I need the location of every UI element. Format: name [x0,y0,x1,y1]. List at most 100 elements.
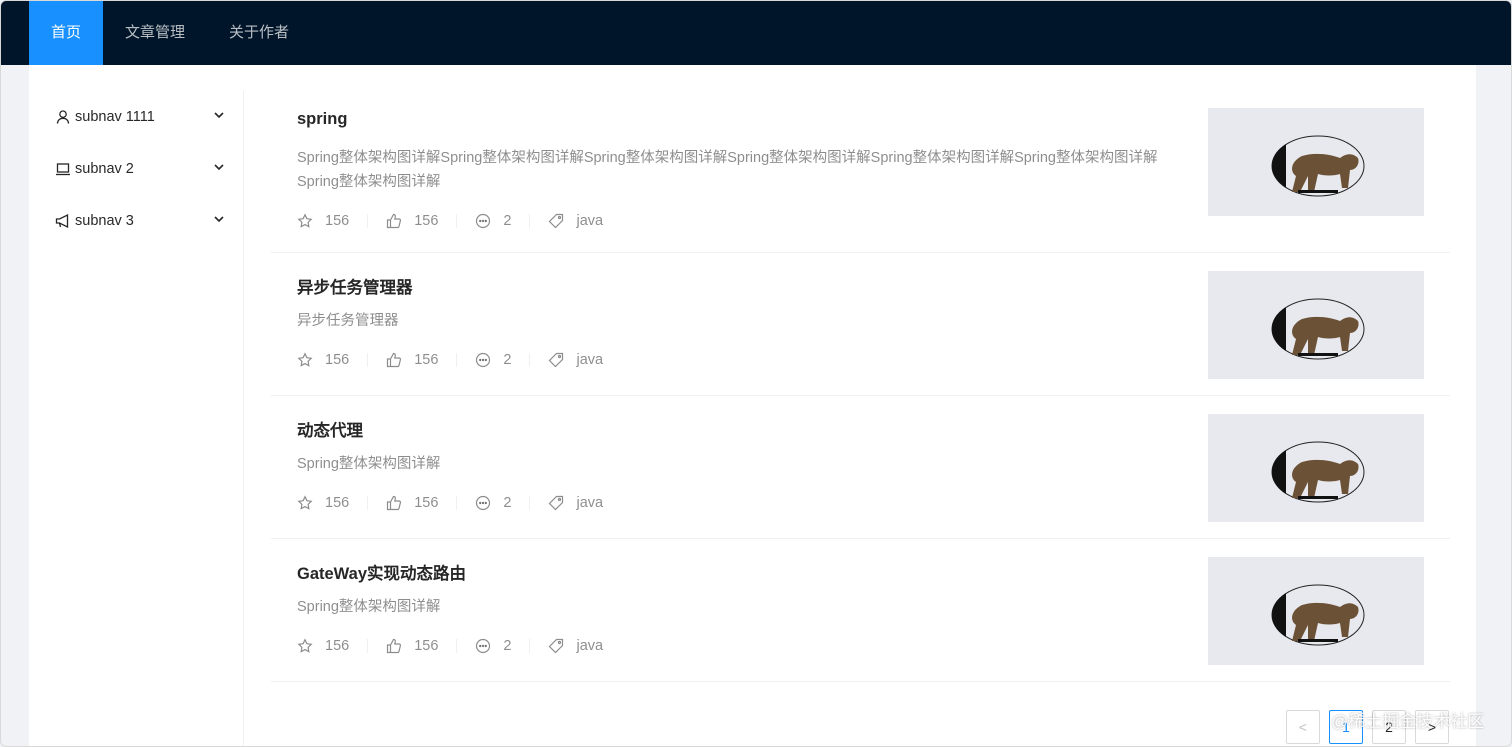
like-count: 156 [414,213,439,229]
next-page-button[interactable]: > [1415,710,1449,744]
article-meta: 156 156 2 java [297,638,603,654]
article-thumbnail[interactable] [1208,414,1424,522]
divider [367,353,369,367]
like-action[interactable]: 156 [386,495,438,511]
nav-item-about-author[interactable]: 关于作者 [207,1,311,65]
bear-logo-image [1271,135,1365,197]
like-icon [387,213,402,229]
article-description: Spring整体架构图详解Spring整体架构图详解Spring整体架构图详解S… [297,150,1158,190]
tag-action[interactable]: java [548,638,603,654]
comment-action[interactable]: 2 [475,638,511,654]
divider [529,496,531,510]
tag-action[interactable]: java [548,213,603,229]
tag-icon [549,638,564,654]
like-icon [387,352,402,368]
sidebar: subnav 1111 subnav 2 subnav 3 [29,91,244,746]
article-thumbnail[interactable] [1208,557,1424,665]
sidebar-submenu-label: subnav 2 [75,161,134,177]
star-icon [297,638,313,653]
divider [456,214,458,228]
tag-label: java [576,213,604,229]
top-header: 首页 文章管理 关于作者 [1,1,1511,65]
article-title[interactable]: spring [297,110,347,129]
tag-icon [549,495,564,511]
tag-action[interactable]: java [548,352,603,368]
sidebar-submenu-2[interactable]: subnav 2 [29,143,243,195]
star-action[interactable]: 156 [297,213,349,229]
comment-count: 2 [503,495,512,511]
user-icon [55,109,71,125]
star-action[interactable]: 156 [297,352,349,368]
tag-label: java [576,638,604,654]
comment-action[interactable]: 2 [475,495,511,511]
bear-logo-image [1271,441,1365,503]
star-icon [297,213,313,228]
star-count: 156 [325,352,350,368]
comment-count: 2 [503,352,512,368]
like-action[interactable]: 156 [386,638,438,654]
article-item: 异步任务管理器 异步任务管理器 156 156 2 java [271,253,1450,396]
star-action[interactable]: 156 [297,638,349,654]
tag-icon [549,352,564,368]
comment-count: 2 [503,638,512,654]
article-item: spring Spring整体架构图详解Spring整体架构图详解Spring整… [271,65,1450,253]
divider [367,214,369,228]
sidebar-submenu-label: subnav 1111 [75,109,155,125]
article-description: 异步任务管理器 [297,313,399,329]
tag-label: java [576,352,604,368]
article-title[interactable]: GateWay实现动态路由 [297,560,466,584]
comment-action[interactable]: 2 [475,213,511,229]
notification-icon [55,213,71,229]
article-description: Spring整体架构图详解 [297,599,441,615]
article-thumbnail[interactable] [1208,108,1424,216]
prev-page-button[interactable]: < [1286,710,1320,744]
sidebar-submenu-label: subnav 3 [75,213,134,229]
divider [456,353,458,367]
star-action[interactable]: 156 [297,495,349,511]
like-action[interactable]: 156 [386,213,438,229]
article-title[interactable]: 异步任务管理器 [297,274,413,298]
article-thumbnail[interactable] [1208,271,1424,379]
sidebar-submenu-1[interactable]: subnav 1111 [29,91,243,143]
nav-item-article-management[interactable]: 文章管理 [103,1,207,65]
chevron-down-icon [214,112,224,119]
comment-icon [476,352,491,368]
main-content: subnav 1111 subnav 2 subnav 3 spring Spr… [29,65,1476,746]
tag-label: java [576,495,604,511]
bear-logo-image [1271,298,1365,360]
page-2-button[interactable]: 2 [1372,710,1406,744]
nav-item-home[interactable]: 首页 [29,1,104,65]
star-count: 156 [325,213,350,229]
laptop-icon [55,161,71,177]
comment-icon [476,495,491,511]
chevron-down-icon [214,164,224,171]
article-title[interactable]: 动态代理 [297,417,363,441]
top-nav: 首页 文章管理 关于作者 [29,1,311,65]
page-1-button[interactable]: 1 [1329,710,1363,744]
divider [529,353,531,367]
article-list: spring Spring整体架构图详解Spring整体架构图详解Spring整… [271,65,1450,682]
comment-icon [476,213,491,229]
article-item: 动态代理 Spring整体架构图详解 156 156 2 java [271,396,1450,539]
tag-icon [549,213,564,229]
article-description: Spring整体架构图详解 [297,456,441,472]
divider [367,496,369,510]
pagination: < 1 2 > [1286,710,1449,744]
like-action[interactable]: 156 [386,352,438,368]
divider [367,639,369,653]
like-icon [387,495,402,511]
star-count: 156 [325,495,350,511]
sidebar-submenu-3[interactable]: subnav 3 [29,195,243,247]
like-icon [387,638,402,654]
tag-action[interactable]: java [548,495,603,511]
like-count: 156 [414,495,439,511]
like-count: 156 [414,638,439,654]
chevron-down-icon [214,216,224,223]
star-count: 156 [325,638,350,654]
bear-logo-image [1271,584,1365,646]
article-meta: 156 156 2 java [297,495,603,511]
divider [456,496,458,510]
article-meta: 156 156 2 java [297,352,603,368]
comment-action[interactable]: 2 [475,352,511,368]
like-count: 156 [414,352,439,368]
